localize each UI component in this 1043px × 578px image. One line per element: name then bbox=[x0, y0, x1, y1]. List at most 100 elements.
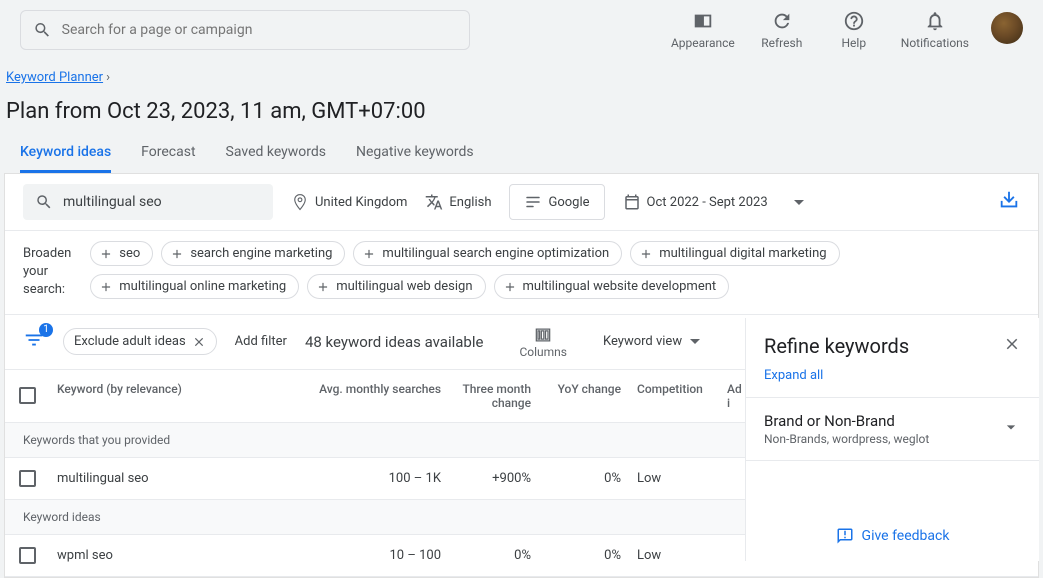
tab-saved-keywords[interactable]: Saved keywords bbox=[226, 144, 326, 173]
plus-icon bbox=[170, 247, 184, 261]
location-value: United Kingdom bbox=[315, 195, 407, 210]
page-title: Plan from Oct 23, 2023, 11 am, GMT+07:00 bbox=[0, 85, 1043, 124]
refine-panel: Refine keywords Expand all Brand or Non-… bbox=[745, 318, 1039, 561]
appearance-button[interactable]: Appearance bbox=[671, 10, 735, 50]
header-searches[interactable]: Avg. monthly searches bbox=[309, 370, 449, 422]
columns-button[interactable]: Columns bbox=[519, 325, 567, 359]
download-button[interactable] bbox=[998, 189, 1020, 215]
broaden-chip[interactable]: multilingual search engine optimization bbox=[353, 241, 622, 266]
bell-icon bbox=[924, 10, 946, 32]
keyword-search-value: multilingual seo bbox=[63, 194, 162, 210]
plus-icon bbox=[639, 247, 653, 261]
date-range-value: Oct 2022 - Sept 2023 bbox=[647, 195, 768, 210]
breadcrumb: Keyword Planner› bbox=[0, 50, 1043, 85]
help-label: Help bbox=[841, 36, 866, 50]
cell-searches: 100 – 1K bbox=[309, 459, 449, 498]
feedback-icon bbox=[836, 527, 854, 545]
dropdown-arrow-icon bbox=[690, 339, 700, 344]
broaden-chip[interactable]: multilingual digital marketing bbox=[630, 241, 839, 266]
refine-section-brand[interactable]: Brand or Non-Brand Non-Brands, wordpress… bbox=[746, 397, 1039, 461]
language-value: English bbox=[449, 195, 491, 210]
close-refine-button[interactable] bbox=[1003, 335, 1021, 357]
ideas-count: 48 keyword ideas available bbox=[305, 333, 483, 351]
broaden-chip[interactable]: search engine marketing bbox=[161, 241, 345, 266]
help-button[interactable]: Help bbox=[829, 10, 879, 50]
dropdown-arrow-icon bbox=[794, 200, 804, 205]
cell-keyword: multilingual seo bbox=[49, 459, 309, 498]
keyword-search[interactable]: multilingual seo bbox=[23, 184, 273, 220]
close-icon[interactable] bbox=[192, 335, 206, 349]
chip-label: seo bbox=[119, 246, 140, 261]
row-checkbox[interactable] bbox=[19, 547, 36, 564]
exclude-pill-label: Exclude adult ideas bbox=[74, 334, 186, 349]
date-range-filter[interactable]: Oct 2022 - Sept 2023 bbox=[623, 193, 804, 211]
appearance-icon bbox=[692, 10, 714, 32]
calendar-icon bbox=[623, 193, 641, 211]
broaden-chip[interactable]: multilingual website development bbox=[494, 274, 730, 299]
cell-three-month: +900% bbox=[449, 459, 539, 498]
header-keyword[interactable]: Keyword (by relevance) bbox=[49, 370, 309, 422]
location-filter[interactable]: United Kingdom bbox=[291, 193, 407, 211]
row-checkbox[interactable] bbox=[19, 470, 36, 487]
tab-negative-keywords[interactable]: Negative keywords bbox=[356, 144, 474, 173]
plus-icon bbox=[99, 280, 113, 294]
chevron-right-icon: › bbox=[106, 70, 110, 85]
tab-keyword-ideas[interactable]: Keyword ideas bbox=[20, 144, 111, 173]
cell-searches: 10 – 100 bbox=[309, 536, 449, 575]
expand-section-button[interactable] bbox=[1001, 417, 1021, 441]
header-three-month[interactable]: Three month change bbox=[449, 370, 539, 422]
add-filter-button[interactable]: Add filter bbox=[235, 334, 287, 349]
help-icon bbox=[843, 10, 865, 32]
refresh-button[interactable]: Refresh bbox=[757, 10, 807, 50]
feedback-label: Give feedback bbox=[862, 528, 950, 544]
filter-badge: 1 bbox=[39, 323, 53, 337]
broaden-label: Broaden your search: bbox=[23, 241, 76, 300]
cell-competition: Low bbox=[629, 536, 719, 575]
header-yoy[interactable]: YoY change bbox=[539, 370, 629, 422]
filter-button[interactable]: 1 bbox=[23, 329, 45, 355]
cell-keyword: wpml seo bbox=[49, 536, 309, 575]
chip-label: multilingual digital marketing bbox=[659, 246, 826, 261]
chevron-down-icon bbox=[1001, 417, 1021, 437]
broaden-chip[interactable]: multilingual web design bbox=[307, 274, 485, 299]
download-icon bbox=[998, 189, 1020, 211]
user-avatar[interactable] bbox=[991, 12, 1023, 44]
exclude-adult-pill[interactable]: Exclude adult ideas bbox=[63, 328, 217, 355]
columns-label: Columns bbox=[519, 345, 567, 359]
chip-label: multilingual website development bbox=[523, 279, 717, 294]
broaden-chip[interactable]: seo bbox=[90, 241, 153, 266]
language-filter[interactable]: English bbox=[425, 193, 491, 211]
network-filter[interactable]: Google bbox=[509, 184, 604, 220]
plus-icon bbox=[316, 280, 330, 294]
appearance-label: Appearance bbox=[671, 36, 735, 50]
view-label: Keyword view bbox=[603, 334, 682, 349]
chip-label: multilingual web design bbox=[336, 279, 472, 294]
keyword-view-button[interactable]: Keyword view bbox=[603, 334, 700, 349]
translate-icon bbox=[425, 193, 443, 211]
broaden-chip[interactable]: multilingual online marketing bbox=[90, 274, 299, 299]
network-value: Google bbox=[548, 195, 589, 210]
notifications-label: Notifications bbox=[901, 36, 969, 50]
tab-forecast[interactable]: Forecast bbox=[141, 144, 195, 173]
select-all-checkbox[interactable] bbox=[19, 387, 36, 404]
network-icon bbox=[524, 193, 542, 211]
chip-label: multilingual online marketing bbox=[119, 279, 286, 294]
plus-icon bbox=[362, 247, 376, 261]
give-feedback-button[interactable]: Give feedback bbox=[746, 511, 1039, 561]
chip-label: multilingual search engine optimization bbox=[382, 246, 609, 261]
plus-icon bbox=[503, 280, 517, 294]
refine-section-subtitle: Non-Brands, wordpress, weglot bbox=[764, 432, 1001, 446]
refresh-label: Refresh bbox=[761, 36, 802, 50]
global-search-input[interactable] bbox=[62, 22, 457, 38]
cell-yoy: 0% bbox=[539, 459, 629, 498]
global-search[interactable] bbox=[20, 10, 470, 50]
expand-all-link[interactable]: Expand all bbox=[746, 368, 1039, 397]
columns-icon bbox=[533, 325, 553, 345]
location-icon bbox=[291, 193, 309, 211]
notifications-button[interactable]: Notifications bbox=[901, 10, 969, 50]
search-icon bbox=[35, 193, 53, 211]
header-competition[interactable]: Competition bbox=[629, 370, 719, 422]
plus-icon bbox=[99, 247, 113, 261]
breadcrumb-planner-link[interactable]: Keyword Planner bbox=[6, 70, 103, 85]
refresh-icon bbox=[771, 10, 793, 32]
